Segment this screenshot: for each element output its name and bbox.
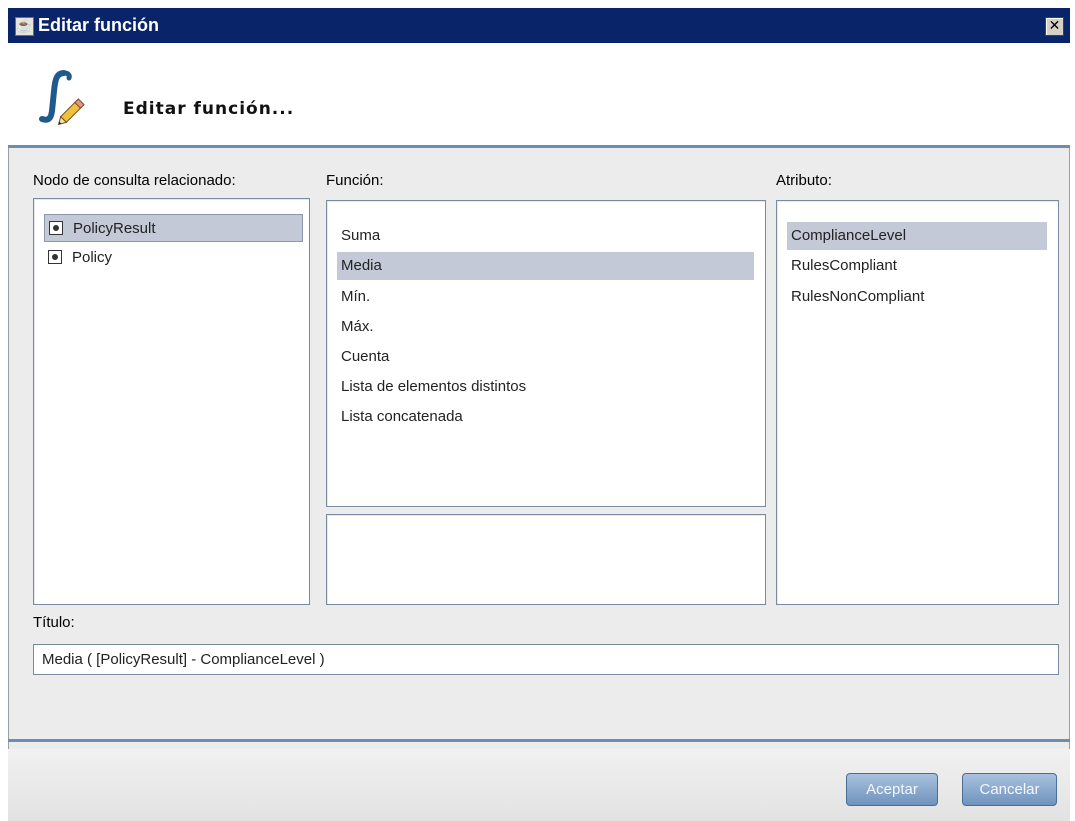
list-item-suma[interactable]: Suma (337, 222, 754, 250)
edit-function-dialog: ☕ Editar función ✕ Editar función... Nod… (8, 8, 1070, 821)
header-title: Editar función... (123, 99, 295, 119)
list-item-min[interactable]: Mín. (337, 283, 754, 311)
function-edit-icon (39, 70, 85, 126)
node-list[interactable]: PolicyResult Policy (33, 198, 310, 605)
attribute-label: Atributo: (776, 172, 832, 189)
list-item-cuenta[interactable]: Cuenta (337, 343, 754, 371)
function-list[interactable]: Suma Media Mín. Máx. Cuenta Lista de ele… (326, 200, 766, 507)
accept-button[interactable]: Aceptar (846, 773, 938, 806)
node-label: Nodo de consulta relacionado: (33, 172, 236, 189)
header-divider (8, 145, 1070, 148)
title-field[interactable]: Media ( [PolicyResult] - ComplianceLevel… (33, 644, 1059, 675)
function-description-panel (326, 514, 766, 605)
list-item-lista-concatenada[interactable]: Lista concatenada (337, 403, 754, 431)
title-field-label: Título: (33, 614, 75, 631)
list-item-policy[interactable]: Policy (44, 244, 303, 272)
node-item-label: PolicyResult (73, 220, 156, 237)
list-item-max[interactable]: Máx. (337, 313, 754, 341)
list-item-media[interactable]: Media (337, 252, 754, 280)
title-bar[interactable]: ☕ Editar función ✕ (8, 8, 1070, 43)
list-item-compliancelevel[interactable]: ComplianceLevel (787, 222, 1047, 250)
node-icon (48, 250, 62, 264)
java-cup-icon: ☕ (15, 17, 34, 36)
node-icon (49, 221, 63, 235)
close-button[interactable]: ✕ (1045, 17, 1064, 36)
cancel-button[interactable]: Cancelar (962, 773, 1057, 806)
attribute-list[interactable]: ComplianceLevel RulesCompliant RulesNonC… (776, 200, 1059, 605)
footer-divider (8, 739, 1070, 742)
list-item-rulescompliant[interactable]: RulesCompliant (787, 252, 1047, 280)
list-item-lista-distintos[interactable]: Lista de elementos distintos (337, 373, 754, 401)
node-item-label: Policy (72, 249, 113, 266)
list-item-rulesnoncompliant[interactable]: RulesNonCompliant (787, 283, 1047, 311)
list-item-policyresult[interactable]: PolicyResult (44, 214, 303, 242)
dialog-header: Editar función... (8, 43, 1070, 145)
window-title: Editar función (38, 15, 159, 35)
function-label: Función: (326, 172, 384, 189)
